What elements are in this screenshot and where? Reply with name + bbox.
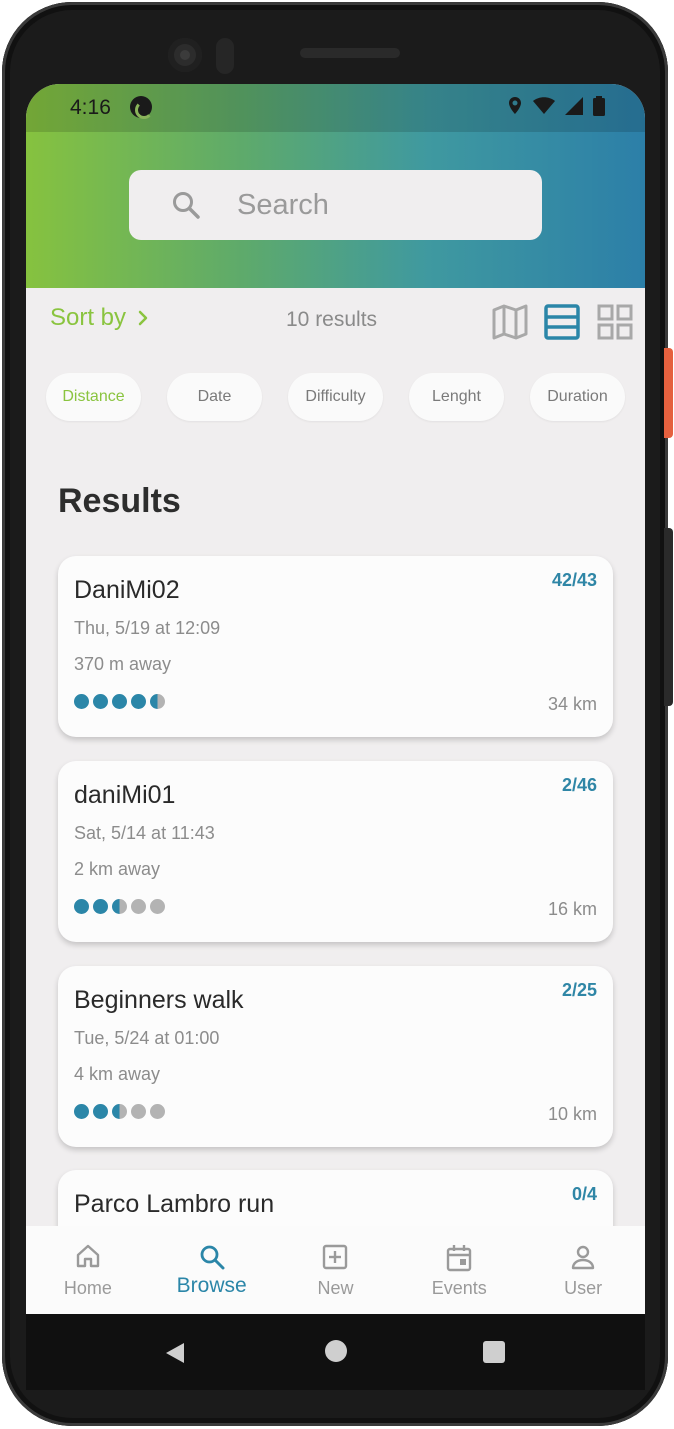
participants-count: 2/25 [561,980,597,1000]
results-heading: Results [58,482,181,520]
event-distance: 2 km away [74,859,161,879]
difficulty-dot [93,899,108,914]
filter-chip-difficulty[interactable]: Difficulty [288,373,383,421]
difficulty-dot [74,1104,89,1119]
nav-user-label: User [564,1278,603,1298]
difficulty-dot [112,899,127,914]
event-card[interactable]: DaniMi02 42/43 Thu, 5/19 at 12:09 370 m … [58,556,613,737]
search-icon [200,1245,225,1270]
location-icon [509,97,521,114]
nav-user[interactable]: User [521,1226,645,1314]
sort-toolbar: Sort by 10 results [26,298,645,348]
difficulty-dot [150,694,165,709]
app-notification-icon [130,96,153,119]
filter-chip-distance[interactable]: Distance [46,373,141,421]
front-camera [168,38,202,72]
difficulty-rating [74,899,165,914]
plus-square-icon [323,1244,348,1270]
back-icon[interactable] [164,1341,186,1365]
difficulty-rating [74,1104,165,1119]
home-icon [76,1244,100,1268]
signal-icon [565,97,583,115]
difficulty-dot [150,899,165,914]
difficulty-dot [93,694,108,709]
grid-view-icon[interactable] [597,304,633,340]
event-card[interactable]: daniMi01 2/46 Sat, 5/14 at 11:43 2 km aw… [58,761,613,942]
difficulty-dot [74,694,89,709]
difficulty-dot [112,1104,127,1119]
search-input[interactable] [237,184,517,226]
participants-count: 2/46 [561,775,597,795]
sort-by-button[interactable]: Sort by [50,304,148,332]
chevron-right-icon [138,310,148,326]
nav-new-label: New [317,1278,354,1298]
participants-count: 0/4 [571,1184,597,1204]
difficulty-dot [131,694,146,709]
nav-new[interactable]: New [274,1226,398,1314]
event-date: Tue, 5/24 at 01:00 [74,1028,220,1048]
status-bar: 4:16 [26,84,645,132]
bottom-navigation: Home Browse New Events User [26,1226,645,1314]
event-card[interactable]: Beginners walk 2/25 Tue, 5/24 at 01:00 4… [58,966,613,1147]
header-banner: 4:16 [26,84,645,288]
nav-home[interactable]: Home [26,1226,150,1314]
difficulty-dot [150,1104,165,1119]
difficulty-dot [74,899,89,914]
event-distance: 4 km away [74,1064,161,1084]
battery-icon [593,96,605,116]
nav-browse-label: Browse [176,1274,247,1297]
nav-browse[interactable]: Browse [150,1226,274,1314]
app-screen: 4:16 Sort by 10 results Distance Date Di… [26,84,645,1390]
list-view-icon[interactable] [544,304,580,340]
filter-chip-duration[interactable]: Duration [530,373,625,421]
filter-chips: Distance Date Difficulty Lenght Duration [46,373,625,421]
nav-home-label: Home [63,1278,112,1298]
event-name: Parco Lambro run [74,1190,275,1218]
power-button [664,348,673,438]
nav-events[interactable]: Events [397,1226,521,1314]
filter-chip-date[interactable]: Date [167,373,262,421]
volume-button [664,528,673,706]
event-name: daniMi01 [74,781,176,809]
route-length: 16 km [547,899,597,919]
difficulty-dot [131,1104,146,1119]
event-name: DaniMi02 [74,576,180,604]
earpiece-speaker [300,48,400,58]
sort-by-label: Sort by [50,304,127,331]
sensor [216,38,234,74]
system-navigation-bar [26,1314,645,1390]
route-length: 34 km [547,694,597,714]
results-count: 10 results [286,308,378,331]
search-icon [173,192,200,219]
status-icons [507,96,605,116]
event-distance: 370 m away [74,654,172,674]
home-circle-icon[interactable] [325,1340,347,1362]
participants-count: 42/43 [551,570,597,590]
recent-apps-icon[interactable] [483,1341,505,1363]
wifi-icon [533,97,555,114]
event-date: Thu, 5/19 at 12:09 [74,618,221,638]
map-view-icon[interactable] [492,304,528,340]
difficulty-dot [131,899,146,914]
filter-chip-length[interactable]: Lenght [409,373,504,421]
status-time: 4:16 [70,96,111,119]
event-date: Sat, 5/14 at 11:43 [74,823,215,843]
route-length: 10 km [547,1104,597,1124]
difficulty-rating [74,694,165,709]
difficulty-dot [112,694,127,709]
event-name: Beginners walk [74,986,244,1014]
user-icon [571,1245,595,1270]
calendar-icon [447,1245,472,1272]
difficulty-dot [93,1104,108,1119]
search-bar[interactable] [129,170,542,240]
nav-events-label: Events [431,1278,487,1298]
